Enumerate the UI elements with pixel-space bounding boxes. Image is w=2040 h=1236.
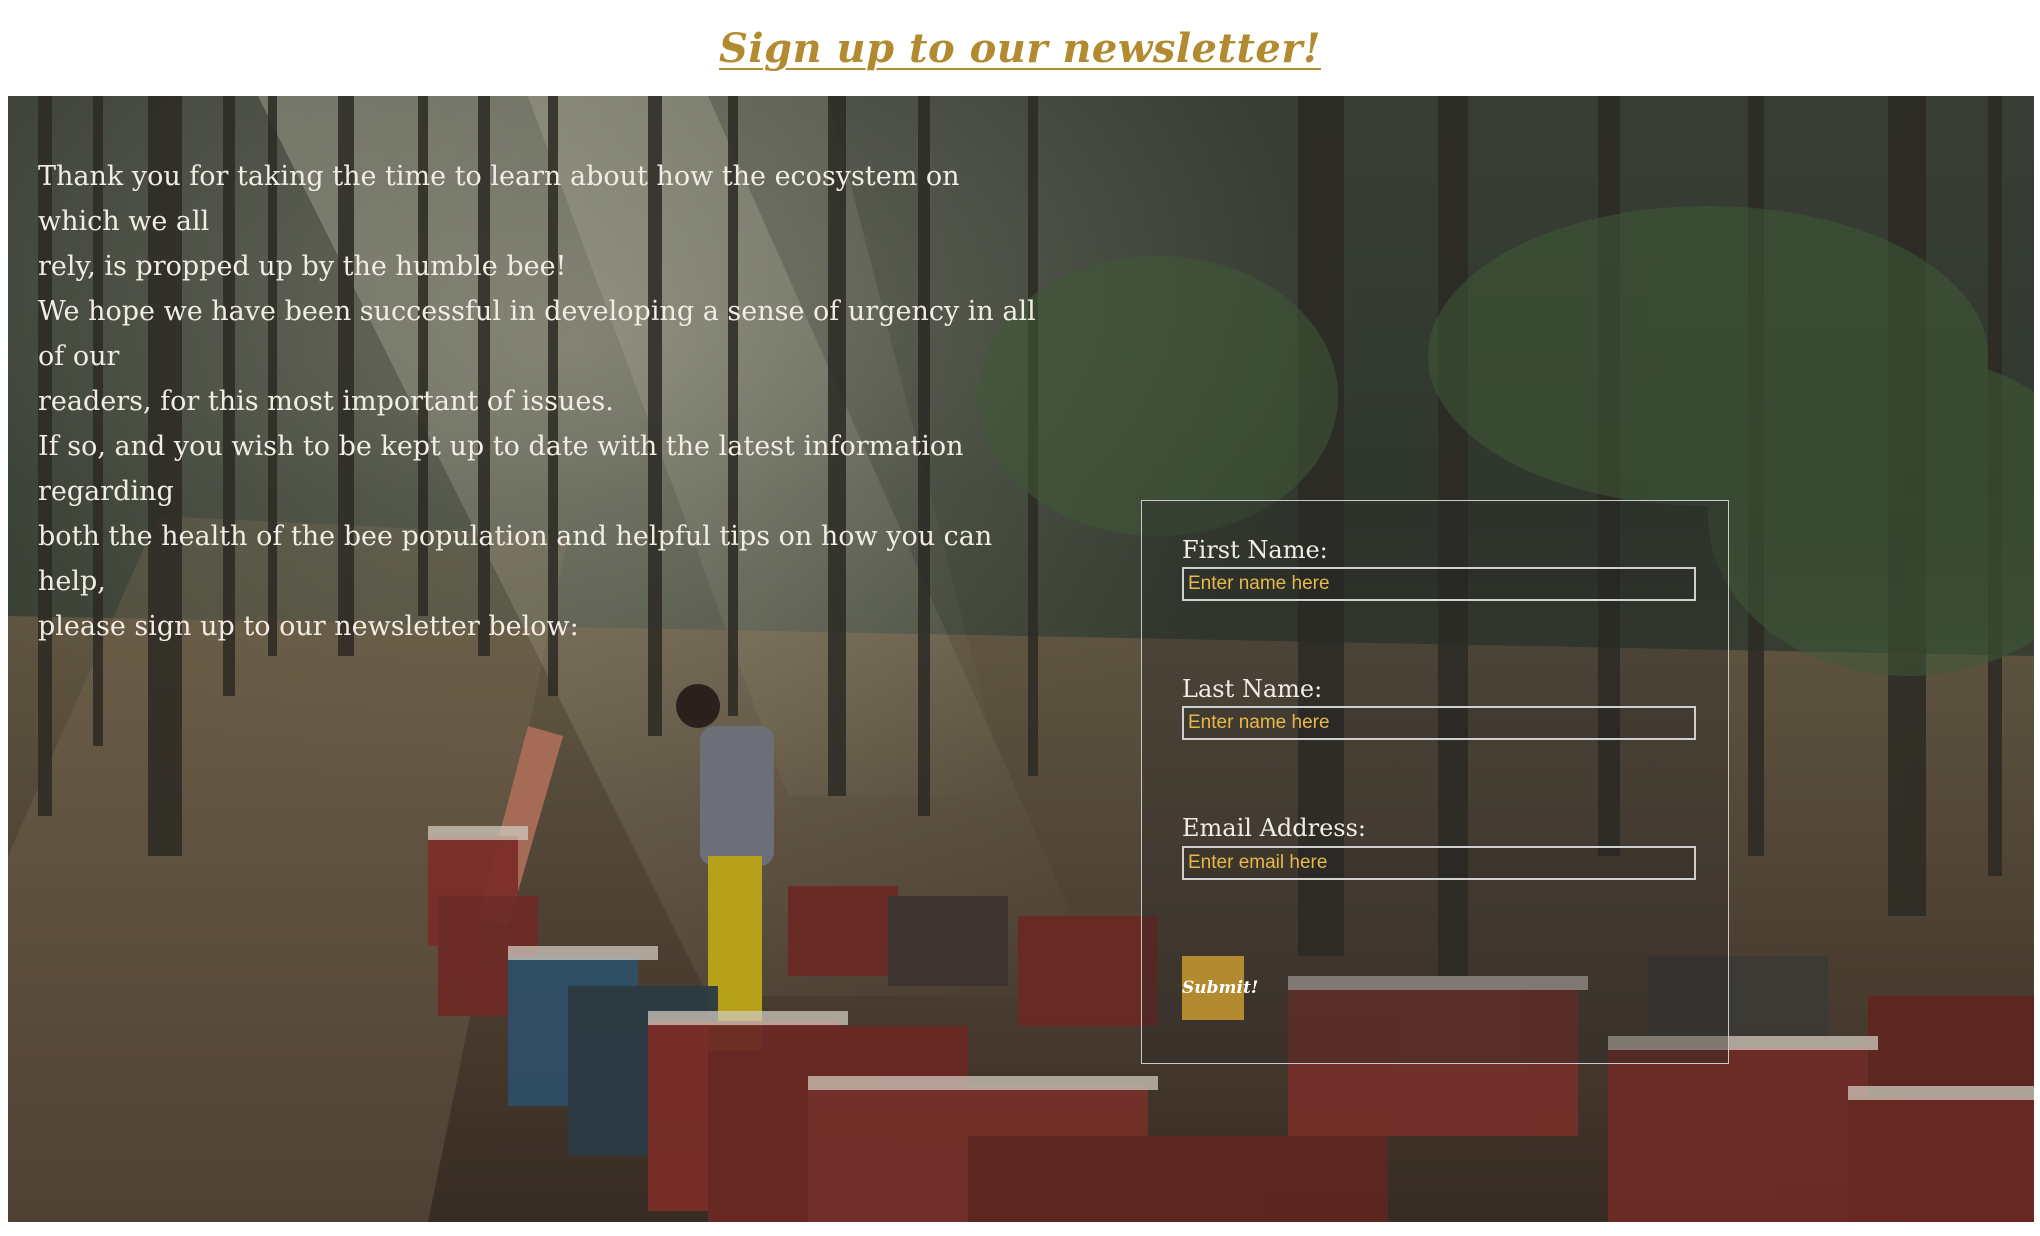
page-title: Sign up to our newsletter!	[718, 24, 1322, 72]
newsletter-page: Sign up to our newsletter! Thank you for…	[0, 0, 2040, 1236]
intro-line: If so, and you wish to be kept up to dat…	[38, 431, 964, 507]
newsletter-form: First Name: Last Name: Email Address: Su…	[1141, 500, 1729, 1064]
newsletter-hero: Thank you for taking the time to learn a…	[8, 96, 2034, 1222]
first-name-input[interactable]	[1182, 567, 1696, 601]
intro-line: Thank you for taking the time to learn a…	[38, 161, 960, 237]
intro-line: please sign up to our newsletter below:	[38, 611, 579, 642]
intro-line: readers, for this most important of issu…	[38, 386, 614, 417]
first-name-label: First Name:	[1182, 536, 1328, 564]
submit-button[interactable]: Submit!	[1182, 956, 1258, 1020]
intro-line: rely, is propped up by the humble bee!	[38, 251, 567, 282]
email-input[interactable]	[1182, 846, 1696, 880]
email-label: Email Address:	[1182, 814, 1367, 842]
last-name-input[interactable]	[1182, 706, 1696, 740]
intro-line: both the health of the bee population an…	[38, 521, 993, 597]
page-header: Sign up to our newsletter!	[0, 0, 2040, 96]
intro-line: We hope we have been successful in devel…	[38, 296, 1036, 372]
last-name-label: Last Name:	[1182, 675, 1323, 703]
intro-text: Thank you for taking the time to learn a…	[38, 154, 1048, 649]
